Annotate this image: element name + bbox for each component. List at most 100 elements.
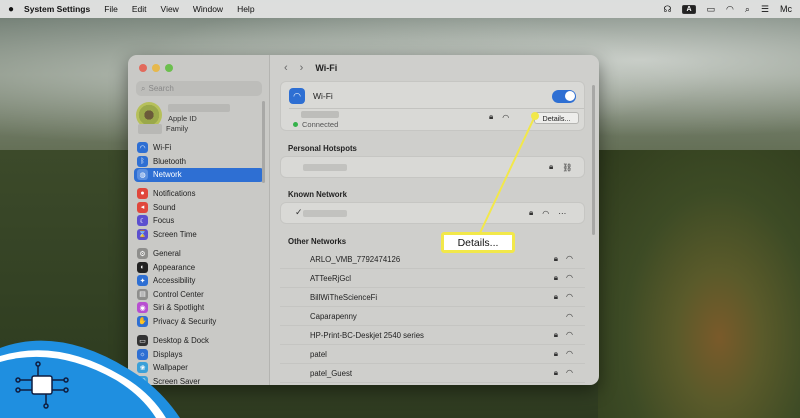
wifi-status-icon[interactable]: ◠	[726, 4, 734, 15]
family-item[interactable]: Family	[138, 124, 258, 136]
other-network-row[interactable]: ARLO_VMB_7792474126 🔒︎ ◠	[280, 250, 585, 269]
sidebar-item-label: Network	[153, 170, 182, 180]
known-network-icons: 🔒︎ ◠ ⋯	[529, 208, 566, 218]
wifi-signal-icon: ◠	[566, 292, 573, 301]
apple-menu-icon[interactable]: ●	[8, 4, 14, 15]
menu-view[interactable]: View	[161, 4, 179, 14]
lock-icon: 🔒︎	[553, 292, 559, 301]
link-icon: ⛓︎	[562, 162, 573, 172]
sidebar-item-notifications[interactable]: ● Notifications	[134, 187, 264, 201]
battery-icon[interactable]: ▭	[707, 4, 716, 15]
wifi-signal-icon: ◠	[566, 349, 573, 358]
sidebar-item-siri-spotlight[interactable]: ◉ Siri & Spotlight	[134, 301, 264, 315]
known-network-row[interactable]: ✓ 🔒︎ ◠ ⋯	[280, 202, 585, 224]
more-options-icon[interactable]: ⋯	[558, 209, 566, 218]
user-menu[interactable]: Mc	[780, 4, 792, 14]
lock-icon: 🔒︎	[489, 112, 494, 121]
wifi-card: ◠ Wi-Fi Connected 🔒︎ ◠ Details...	[280, 81, 585, 131]
sidebar-group-connectivity: ◠ Wi-Fi ᛒ Bluetooth ◍ Network	[134, 141, 264, 182]
sidebar-item-label: Accessibility	[153, 276, 196, 286]
other-network-row[interactable]: patel 🔒︎ ◠	[280, 345, 585, 364]
appearance-icon: ◐	[137, 261, 148, 273]
wifi-toggle[interactable]	[552, 89, 576, 103]
notifications-icon: ●	[137, 188, 148, 200]
voice-control-icon[interactable]: ☊	[663, 4, 671, 15]
hotspot-row[interactable]: 🔒︎ ⛓︎	[280, 156, 585, 178]
network-name-redacted	[301, 111, 339, 118]
hotspot-icons: 🔒︎ ⛓︎	[549, 162, 572, 172]
sidebar-item-label: Privacy & Security	[153, 316, 217, 326]
minimize-window-button[interactable]	[152, 64, 160, 72]
sidebar-item-accessibility[interactable]: ✦ Accessibility	[134, 274, 264, 288]
lock-icon: 🔒︎	[549, 162, 554, 171]
sidebar-search-field[interactable]: ⌕ Search	[136, 81, 262, 96]
forward-arrow-icon[interactable]: ›	[300, 62, 304, 74]
other-network-row[interactable]: patel_Guest 🔒︎ ◠	[280, 364, 585, 383]
wifi-signal-icon: ◠	[566, 368, 573, 377]
sidebar-item-sound[interactable]: ◂ Sound	[134, 201, 264, 215]
lock-icon: 🔒︎	[553, 349, 559, 358]
wallpaper-hill-right	[598, 150, 800, 418]
connected-dot-icon	[293, 122, 298, 127]
sidebar-item-bluetooth[interactable]: ᛒ Bluetooth	[134, 155, 264, 169]
circuit-logo	[0, 340, 180, 418]
sidebar-item-label: Sound	[153, 202, 176, 212]
app-name-menu[interactable]: System Settings	[24, 4, 90, 14]
wifi-signal-icon: ◠	[566, 273, 573, 282]
sound-icon: ◂	[137, 201, 148, 213]
network-name: ATTeeRjGcl	[310, 273, 352, 283]
content-toolbar: ‹ › Wi-Fi	[270, 55, 599, 81]
lock-icon: 🔒︎	[553, 368, 559, 377]
input-source-badge[interactable]: A	[682, 4, 696, 14]
lock-icon: 🔒︎	[553, 330, 559, 339]
network-name: HP-Print-BC-Deskjet 2540 series	[310, 330, 424, 340]
menu-edit[interactable]: Edit	[132, 4, 147, 14]
wifi-toggle-row: ◠ Wi-Fi	[289, 86, 576, 106]
network-status-icons: 🔒︎ ◠	[489, 112, 509, 122]
screen-time-icon: ⌛	[137, 228, 148, 240]
system-settings-window: ⌕ Search Apple ID Family ◠ Wi-Fi ᛒ Bluetoo…	[128, 55, 599, 385]
family-avatars-redacted	[138, 124, 162, 134]
checkmark-icon: ✓	[295, 207, 303, 217]
sidebar-item-focus[interactable]: ☾ Focus	[134, 214, 264, 228]
other-network-row[interactable]: BillWiTheScienceFi 🔒︎ ◠	[280, 288, 585, 307]
wifi-icon: ◠	[137, 142, 148, 154]
focus-icon: ☾	[137, 215, 148, 227]
sidebar-item-label: Appearance	[153, 262, 196, 272]
sidebar-item-network[interactable]: ◍ Network	[134, 168, 264, 182]
network-name: Caparapenny	[310, 311, 357, 321]
menu-file[interactable]: File	[104, 4, 118, 14]
sidebar-scrollbar[interactable]	[262, 101, 265, 183]
menu-window[interactable]: Window	[193, 4, 223, 14]
details-button[interactable]: Details...	[534, 112, 579, 124]
other-network-row[interactable]: ATTeeRjGcl 🔒︎ ◠	[280, 269, 585, 288]
hotspot-name-redacted	[303, 164, 347, 171]
spotlight-icon[interactable]: ⌕	[745, 4, 750, 15]
lock-icon: 🔒︎	[553, 273, 559, 282]
sidebar-item-appearance[interactable]: ◐ Appearance	[134, 261, 264, 275]
sidebar-item-privacy-security[interactable]: ✋ Privacy & Security	[134, 315, 264, 329]
other-network-row[interactable]: Caparapenny ◠	[280, 307, 585, 326]
sidebar-item-control-center[interactable]: ▤ Control Center	[134, 288, 264, 302]
network-icon: ◍	[137, 169, 148, 181]
close-window-button[interactable]	[139, 64, 147, 72]
network-name: patel_Guest	[310, 368, 353, 378]
control-center-menu-icon[interactable]: ☰	[761, 4, 769, 15]
content-scrollbar[interactable]	[592, 85, 595, 235]
other-network-row[interactable]: HP-Print-BC-Deskjet 2540 series 🔒︎ ◠	[280, 326, 585, 345]
details-callout-label: Details...	[441, 232, 515, 253]
privacy-icon: ✋	[137, 315, 148, 327]
sidebar-item-screen-time[interactable]: ⌛ Screen Time	[134, 228, 264, 242]
sidebar-item-wifi[interactable]: ◠ Wi-Fi	[134, 141, 264, 155]
zoom-window-button[interactable]	[165, 64, 173, 72]
menu-help[interactable]: Help	[237, 4, 254, 14]
page-title: Wi-Fi	[315, 63, 338, 73]
known-network-name-redacted	[303, 210, 347, 217]
back-arrow-icon[interactable]: ‹	[284, 62, 288, 74]
search-placeholder: Search	[148, 84, 174, 93]
wifi-icon: ◠	[289, 88, 305, 104]
lock-icon: 🔒︎	[529, 208, 534, 217]
siri-icon: ◉	[137, 302, 148, 314]
sidebar-item-general[interactable]: ⚙ General	[134, 247, 264, 261]
wifi-signal-icon: ◠	[542, 208, 550, 218]
